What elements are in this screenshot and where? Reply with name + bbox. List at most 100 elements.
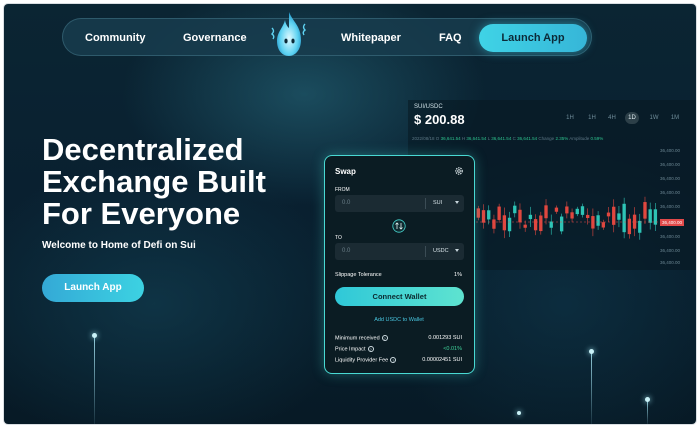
detail-label-row: Liquidity Provider Fee? bbox=[335, 357, 397, 364]
detail-label-row: Price Impact? bbox=[335, 346, 374, 352]
candle-body bbox=[502, 215, 507, 231]
timeframe-4h[interactable]: 4H bbox=[605, 112, 619, 124]
ohlc-close-label: C bbox=[512, 136, 516, 141]
y-axis-tick: 36,400.00 bbox=[660, 162, 681, 167]
candle-body bbox=[606, 212, 611, 217]
min-received-value: 0.001293 SUI bbox=[428, 335, 462, 341]
slippage-value[interactable]: 1% bbox=[454, 272, 462, 278]
timeframe-1d[interactable]: 1D bbox=[625, 112, 639, 124]
ohlc-date: 2022/08/18 bbox=[412, 136, 435, 141]
ohlc-amplitude: 0.59% bbox=[590, 136, 604, 141]
slippage-label: Slippage Tolerance bbox=[335, 272, 382, 278]
swap-arrows-icon[interactable] bbox=[392, 219, 406, 233]
candle-body bbox=[617, 213, 621, 220]
y-axis-tick: 36,400.00 bbox=[660, 248, 681, 253]
candle-body bbox=[575, 208, 579, 215]
candle-body bbox=[601, 222, 605, 228]
ohlc-readout: 2022/08/18 O 36,641.54 H 36,641.54 L 36,… bbox=[412, 136, 603, 141]
ohlc-high: 36,641.54 bbox=[466, 136, 487, 141]
price-impact-value: <0.01% bbox=[443, 346, 462, 352]
add-token-link[interactable]: Add USDC to Wallet bbox=[325, 317, 473, 323]
candle-body bbox=[544, 205, 548, 219]
candle-body bbox=[622, 203, 626, 233]
candle-body bbox=[638, 220, 642, 233]
candle-body bbox=[481, 210, 486, 223]
decor-pin-dot bbox=[92, 333, 97, 338]
help-circle-icon[interactable]: ? bbox=[381, 335, 388, 341]
y-axis-tick: 36,400.00 bbox=[660, 260, 681, 265]
min-received-label: Minimum received bbox=[335, 335, 380, 342]
nav-community[interactable]: Community bbox=[85, 19, 146, 57]
candle-body bbox=[507, 217, 512, 232]
detail-label-row: Minimum received? bbox=[335, 335, 388, 341]
to-token-select[interactable]: USDC bbox=[433, 248, 449, 254]
hero-title: Decentralized Exchange Built For Everyon… bbox=[42, 134, 342, 230]
connect-wallet-button[interactable]: Connect Wallet bbox=[335, 287, 464, 306]
hero-title-line: Exchange Built bbox=[42, 164, 266, 199]
decor-pin bbox=[94, 336, 95, 424]
ohlc-low: 36,641.54 bbox=[491, 136, 512, 141]
swap-title: Swap bbox=[335, 167, 356, 176]
candle-body bbox=[518, 209, 522, 223]
help-circle-icon[interactable]: ? bbox=[390, 357, 397, 363]
nav-governance[interactable]: Governance bbox=[183, 19, 247, 57]
candle-body bbox=[632, 214, 637, 229]
ohlc-amplitude-label: Amplitude bbox=[569, 136, 590, 141]
candle-body bbox=[643, 202, 647, 219]
to-amount-input[interactable]: 0.0 bbox=[342, 248, 350, 254]
candle-body bbox=[570, 212, 574, 219]
nav-launch-app-button[interactable]: Launch App bbox=[479, 24, 587, 52]
hero-subtitle: Welcome to Home of Defi on Sui bbox=[42, 240, 196, 251]
decor-pin bbox=[647, 400, 648, 424]
timeframe-1h[interactable]: 1H bbox=[563, 112, 577, 124]
decor-pin-dot bbox=[517, 411, 521, 415]
chevron-down-icon[interactable] bbox=[455, 201, 459, 204]
candle-body bbox=[591, 216, 595, 229]
candle-body bbox=[559, 216, 564, 232]
hero-launch-app-button[interactable]: Launch App bbox=[42, 274, 144, 302]
chevron-down-icon[interactable] bbox=[455, 249, 459, 252]
decor-pin-dot bbox=[589, 349, 594, 354]
decor-pin bbox=[591, 352, 592, 424]
candle-body bbox=[523, 224, 527, 228]
nav-whitepaper[interactable]: Whitepaper bbox=[341, 19, 401, 57]
ohlc-change-label: Change bbox=[538, 136, 555, 141]
nav-faq[interactable]: FAQ bbox=[439, 19, 462, 57]
ohlc-high-label: H bbox=[461, 136, 466, 141]
candle-body bbox=[648, 209, 652, 223]
y-axis-tick: 36,400.00 bbox=[660, 190, 681, 195]
to-amount-field[interactable]: 0.0 USDC bbox=[335, 243, 464, 260]
candle-body bbox=[492, 219, 496, 229]
candle-body bbox=[580, 206, 585, 215]
decor-pin-dot bbox=[645, 397, 650, 402]
page-frame: Community Governance Whitepaper FAQ Laun… bbox=[4, 4, 696, 424]
settings-gear-icon[interactable] bbox=[454, 166, 464, 176]
from-token-select[interactable]: SUI bbox=[433, 200, 442, 206]
timeframe-1m[interactable]: 1M bbox=[668, 112, 682, 124]
current-price: $ 200.88 bbox=[414, 112, 465, 127]
candle-body bbox=[497, 206, 501, 220]
ohlc-close: 36,641.54 bbox=[517, 136, 538, 141]
lp-fee-label: Liquidity Provider Fee bbox=[335, 357, 389, 364]
candle-body bbox=[528, 214, 533, 220]
candle-body bbox=[596, 215, 600, 226]
help-circle-icon[interactable]: ? bbox=[367, 346, 374, 352]
y-axis-tick: 36,400.00 bbox=[660, 176, 681, 181]
trading-pair: SUI/USDC bbox=[414, 104, 443, 110]
candle-body bbox=[627, 218, 632, 235]
ohlc-open: 36,641.54 bbox=[440, 136, 461, 141]
y-axis-current-badge: 36,400.00 bbox=[660, 219, 685, 226]
ohlc-low-label: L bbox=[487, 136, 491, 141]
candle-body bbox=[586, 214, 590, 219]
candle-body bbox=[554, 207, 559, 212]
from-amount-input[interactable]: 0.0 bbox=[342, 200, 350, 206]
timeframe-1h-b[interactable]: 1H bbox=[585, 112, 599, 124]
ohlc-change: 2.35% bbox=[555, 136, 569, 141]
flame-logo-icon[interactable] bbox=[267, 10, 311, 60]
price-impact-label: Price Impact bbox=[335, 346, 366, 353]
from-label: FROM bbox=[335, 187, 350, 193]
to-label: TO bbox=[335, 235, 342, 241]
timeframe-1w[interactable]: 1W bbox=[647, 112, 661, 124]
hero-title-line: Decentralized bbox=[42, 132, 244, 167]
from-amount-field[interactable]: 0.0 SUI bbox=[335, 195, 464, 212]
